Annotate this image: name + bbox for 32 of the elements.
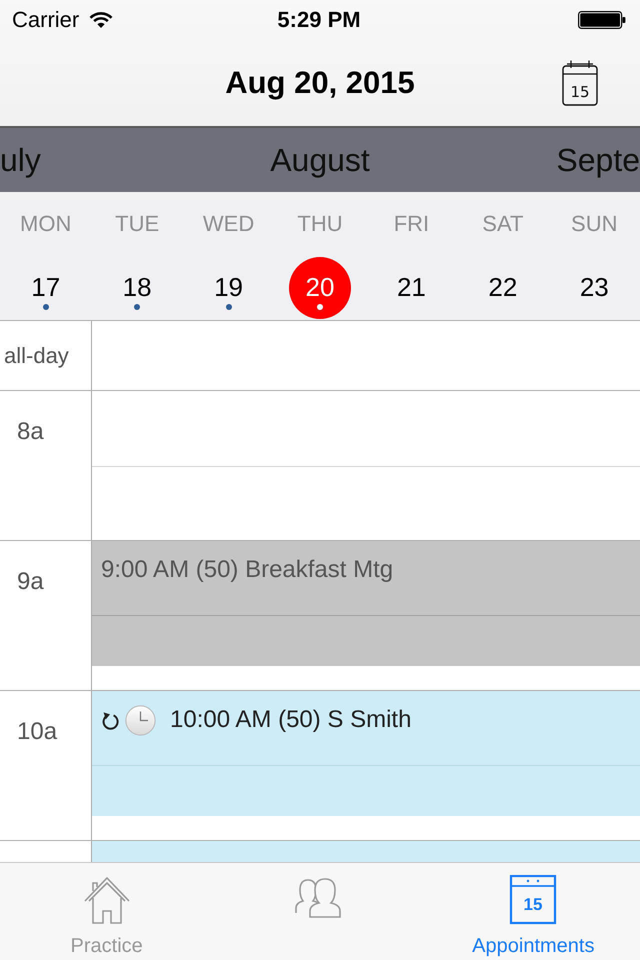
weekday-label: TUE xyxy=(115,210,160,236)
weekday-label: SAT xyxy=(482,210,524,236)
appointment-block[interactable]: 10:00 AM (50) S Smith xyxy=(92,691,640,816)
tab-button[interactable]: 15 Appointments xyxy=(426,863,640,960)
hour-label: 9a xyxy=(17,568,44,596)
all-day-label: all-day xyxy=(4,342,69,368)
appointment-block[interactable] xyxy=(92,841,640,862)
carrier-name: Carrier xyxy=(12,7,80,33)
date-button[interactable]: 18 xyxy=(106,256,168,318)
status-time: 5:29 PM xyxy=(277,7,361,33)
weekday-label: MON xyxy=(20,210,72,236)
appointment-title: 10:00 AM (50) S Smith xyxy=(170,706,412,734)
date-button[interactable]: 22 xyxy=(472,256,534,318)
date-button[interactable]: 20 xyxy=(288,256,351,318)
date-button[interactable]: 21 xyxy=(380,256,442,318)
appointment-block[interactable]: 9:00 AM (50) Breakfast Mtg xyxy=(92,541,640,666)
date-button[interactable]: 17 xyxy=(14,256,77,318)
month-label[interactable]: Septe xyxy=(556,142,640,178)
hour-label: 8a xyxy=(17,418,44,446)
weekday-label: SUN xyxy=(571,210,618,236)
month-label[interactable]: uly xyxy=(0,142,41,178)
date-button[interactable]: 23 xyxy=(563,256,626,318)
weekday-label: FRI xyxy=(394,210,430,236)
hour-label: 10a xyxy=(17,718,58,746)
month-label[interactable]: August xyxy=(270,142,370,178)
wifi-icon xyxy=(89,11,114,29)
date-button[interactable]: 19 xyxy=(198,256,260,318)
weekday-label: WED xyxy=(202,210,254,236)
nav-title: Aug 20, 2015 xyxy=(225,65,415,101)
weekday-label: THU xyxy=(297,210,343,236)
appointment-title: 9:00 AM (50) Breakfast Mtg xyxy=(101,556,394,584)
battery-icon xyxy=(578,11,626,29)
